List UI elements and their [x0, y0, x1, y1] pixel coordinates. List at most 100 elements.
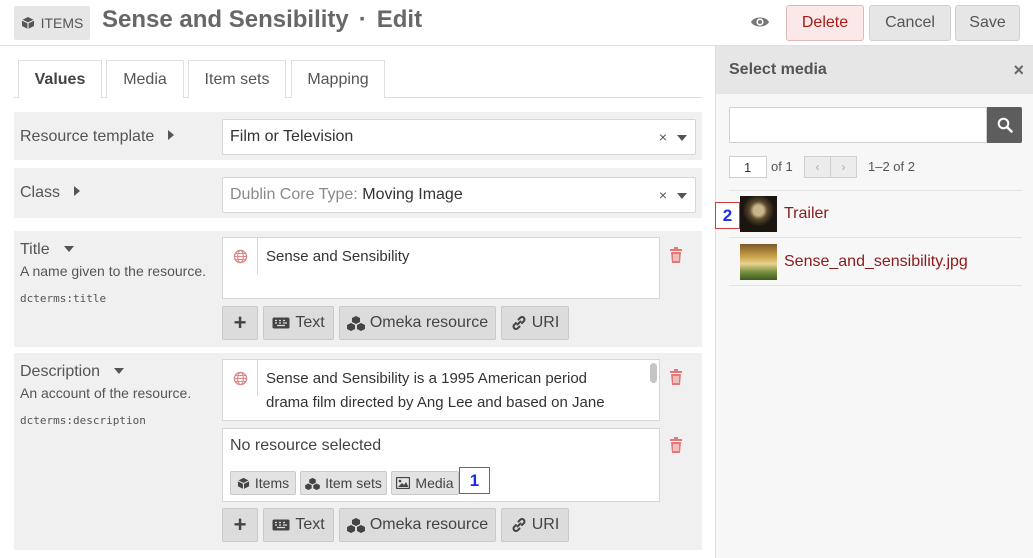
add-uri-button[interactable]: URI — [501, 306, 569, 340]
next-page-button[interactable]: › — [831, 157, 856, 177]
media-thumbnail — [740, 244, 777, 280]
cube-icon — [21, 17, 34, 29]
sidebar-title: Select media — [729, 61, 827, 78]
language-globe-icon[interactable] — [223, 238, 258, 274]
media-search-input[interactable] — [729, 107, 987, 143]
omeka-resource-label: Omeka resource — [369, 516, 489, 533]
item-sets-button-label: Item sets — [325, 475, 382, 491]
link-icon — [512, 316, 526, 330]
pagination-controls: ‹ › — [804, 156, 857, 178]
text-button-label: Text — [295, 516, 325, 533]
media-item-link[interactable]: Trailer — [784, 205, 829, 223]
page-of-label: of 1 — [771, 159, 793, 174]
clear-icon[interactable]: × — [659, 187, 667, 203]
text-button-label: Text — [295, 314, 325, 331]
save-button[interactable]: Save — [955, 5, 1020, 41]
resource-template-row: Resource template Film or Television × — [14, 112, 702, 160]
select-media-button[interactable]: Media — [391, 471, 459, 495]
class-label[interactable]: Class — [20, 184, 81, 202]
chevron-down-icon[interactable] — [677, 193, 687, 199]
page-title: Sense and Sensibility · Edit — [102, 6, 422, 34]
tab-values[interactable]: Values — [18, 60, 102, 98]
sidebar-divider — [729, 237, 1022, 238]
description-description: An account of the resource. — [20, 385, 192, 401]
trash-icon[interactable] — [669, 369, 683, 385]
tab-item-sets[interactable]: Item sets — [188, 60, 286, 98]
caret-right-icon — [74, 186, 81, 196]
add-value-button[interactable]: + — [222, 306, 258, 340]
title-term: dcterms:title — [20, 292, 107, 305]
title-property-row: Title A name given to the resource. dcte… — [14, 231, 702, 347]
description-term: dcterms:description — [20, 414, 146, 427]
chevron-down-icon[interactable] — [677, 135, 687, 141]
select-media-sidebar: Select media × 1 of 1 ‹ › 1–2 of 2 Trail… — [715, 46, 1033, 558]
sidebar-header: Select media × — [716, 46, 1033, 94]
clear-icon[interactable]: × — [659, 129, 667, 145]
add-value-button[interactable]: + — [222, 508, 258, 542]
select-items-button[interactable]: Items — [230, 471, 296, 495]
search-button[interactable] — [987, 107, 1022, 143]
close-icon[interactable]: × — [1013, 60, 1024, 81]
class-value: Moving Image — [362, 186, 463, 203]
description-value-line-1: Sense and Sensibility is a 1995 American… — [266, 370, 588, 387]
title-value-text: Sense and Sensibility — [266, 248, 410, 265]
add-text-value-button[interactable]: Text — [263, 306, 334, 340]
annotation-marker-2: 2 — [715, 202, 740, 229]
class-select[interactable]: Dublin Core Type: Moving Image × — [222, 177, 696, 213]
class-label-text: Class — [20, 184, 61, 201]
page-number-input[interactable]: 1 — [729, 156, 767, 178]
cubes-icon — [346, 316, 365, 331]
add-omeka-resource-button[interactable]: Omeka resource — [339, 306, 496, 340]
select-item-sets-button[interactable]: Item sets — [300, 471, 387, 495]
cancel-button[interactable]: Cancel — [869, 5, 951, 41]
class-separator: : — [353, 186, 358, 203]
annotation-marker-1: 1 — [459, 467, 490, 494]
previous-page-button[interactable]: ‹ — [805, 157, 831, 177]
uri-button-label: URI — [531, 516, 560, 533]
section-tabs: Values Media Item sets Mapping — [14, 60, 702, 98]
textarea-scrollbar[interactable] — [650, 363, 657, 383]
title-value-field[interactable]: Sense and Sensibility — [222, 237, 660, 299]
resource-value-field: No resource selected Items Item sets Med… — [222, 428, 660, 502]
no-resource-text: No resource selected — [230, 437, 382, 454]
resource-template-label[interactable]: Resource template — [20, 128, 175, 146]
title-label-text: Title — [20, 241, 50, 258]
resource-template-select[interactable]: Film or Television × — [222, 119, 696, 155]
language-globe-icon[interactable] — [223, 360, 258, 396]
media-button-label: Media — [415, 475, 454, 491]
media-item[interactable]: Trailer — [740, 194, 1010, 234]
caret-right-icon — [168, 130, 175, 140]
class-row: Class Dublin Core Type: Moving Image × — [14, 168, 702, 218]
link-icon — [512, 518, 526, 532]
omeka-resource-label: Omeka resource — [369, 314, 489, 331]
add-omeka-resource-button[interactable]: Omeka resource — [339, 508, 496, 542]
description-property-label[interactable]: Description — [20, 363, 125, 381]
page-title-text: Sense and Sensibility — [102, 6, 349, 33]
items-badge-label: ITEMS — [40, 15, 84, 31]
media-item[interactable]: Sense_and_sensibility.jpg — [740, 242, 1010, 282]
description-value-line-2: drama film directed by Ang Lee and based… — [266, 394, 605, 411]
resource-template-label-text: Resource template — [20, 128, 155, 145]
cubes-icon — [346, 518, 365, 533]
sidebar-divider — [729, 190, 1022, 191]
eye-icon[interactable] — [750, 12, 770, 32]
description-label-text: Description — [20, 363, 101, 380]
cubes-icon — [305, 477, 320, 490]
tab-media[interactable]: Media — [106, 60, 184, 98]
items-nav-badge[interactable]: ITEMS — [14, 6, 90, 40]
image-icon — [396, 477, 411, 489]
media-thumbnail — [740, 196, 777, 232]
title-property-label[interactable]: Title — [20, 241, 74, 259]
tab-mapping[interactable]: Mapping — [291, 60, 385, 98]
delete-button[interactable]: Delete — [786, 5, 864, 41]
description-value-field[interactable]: Sense and Sensibility is a 1995 American… — [222, 359, 660, 421]
add-uri-button[interactable]: URI — [501, 508, 569, 542]
add-text-value-button[interactable]: Text — [263, 508, 334, 542]
uri-button-label: URI — [531, 314, 560, 331]
trash-icon[interactable] — [669, 437, 683, 453]
items-button-label: Items — [254, 475, 290, 491]
search-icon — [997, 117, 1013, 133]
keyboard-icon — [272, 317, 290, 329]
media-item-link[interactable]: Sense_and_sensibility.jpg — [784, 253, 968, 271]
trash-icon[interactable] — [669, 247, 683, 263]
